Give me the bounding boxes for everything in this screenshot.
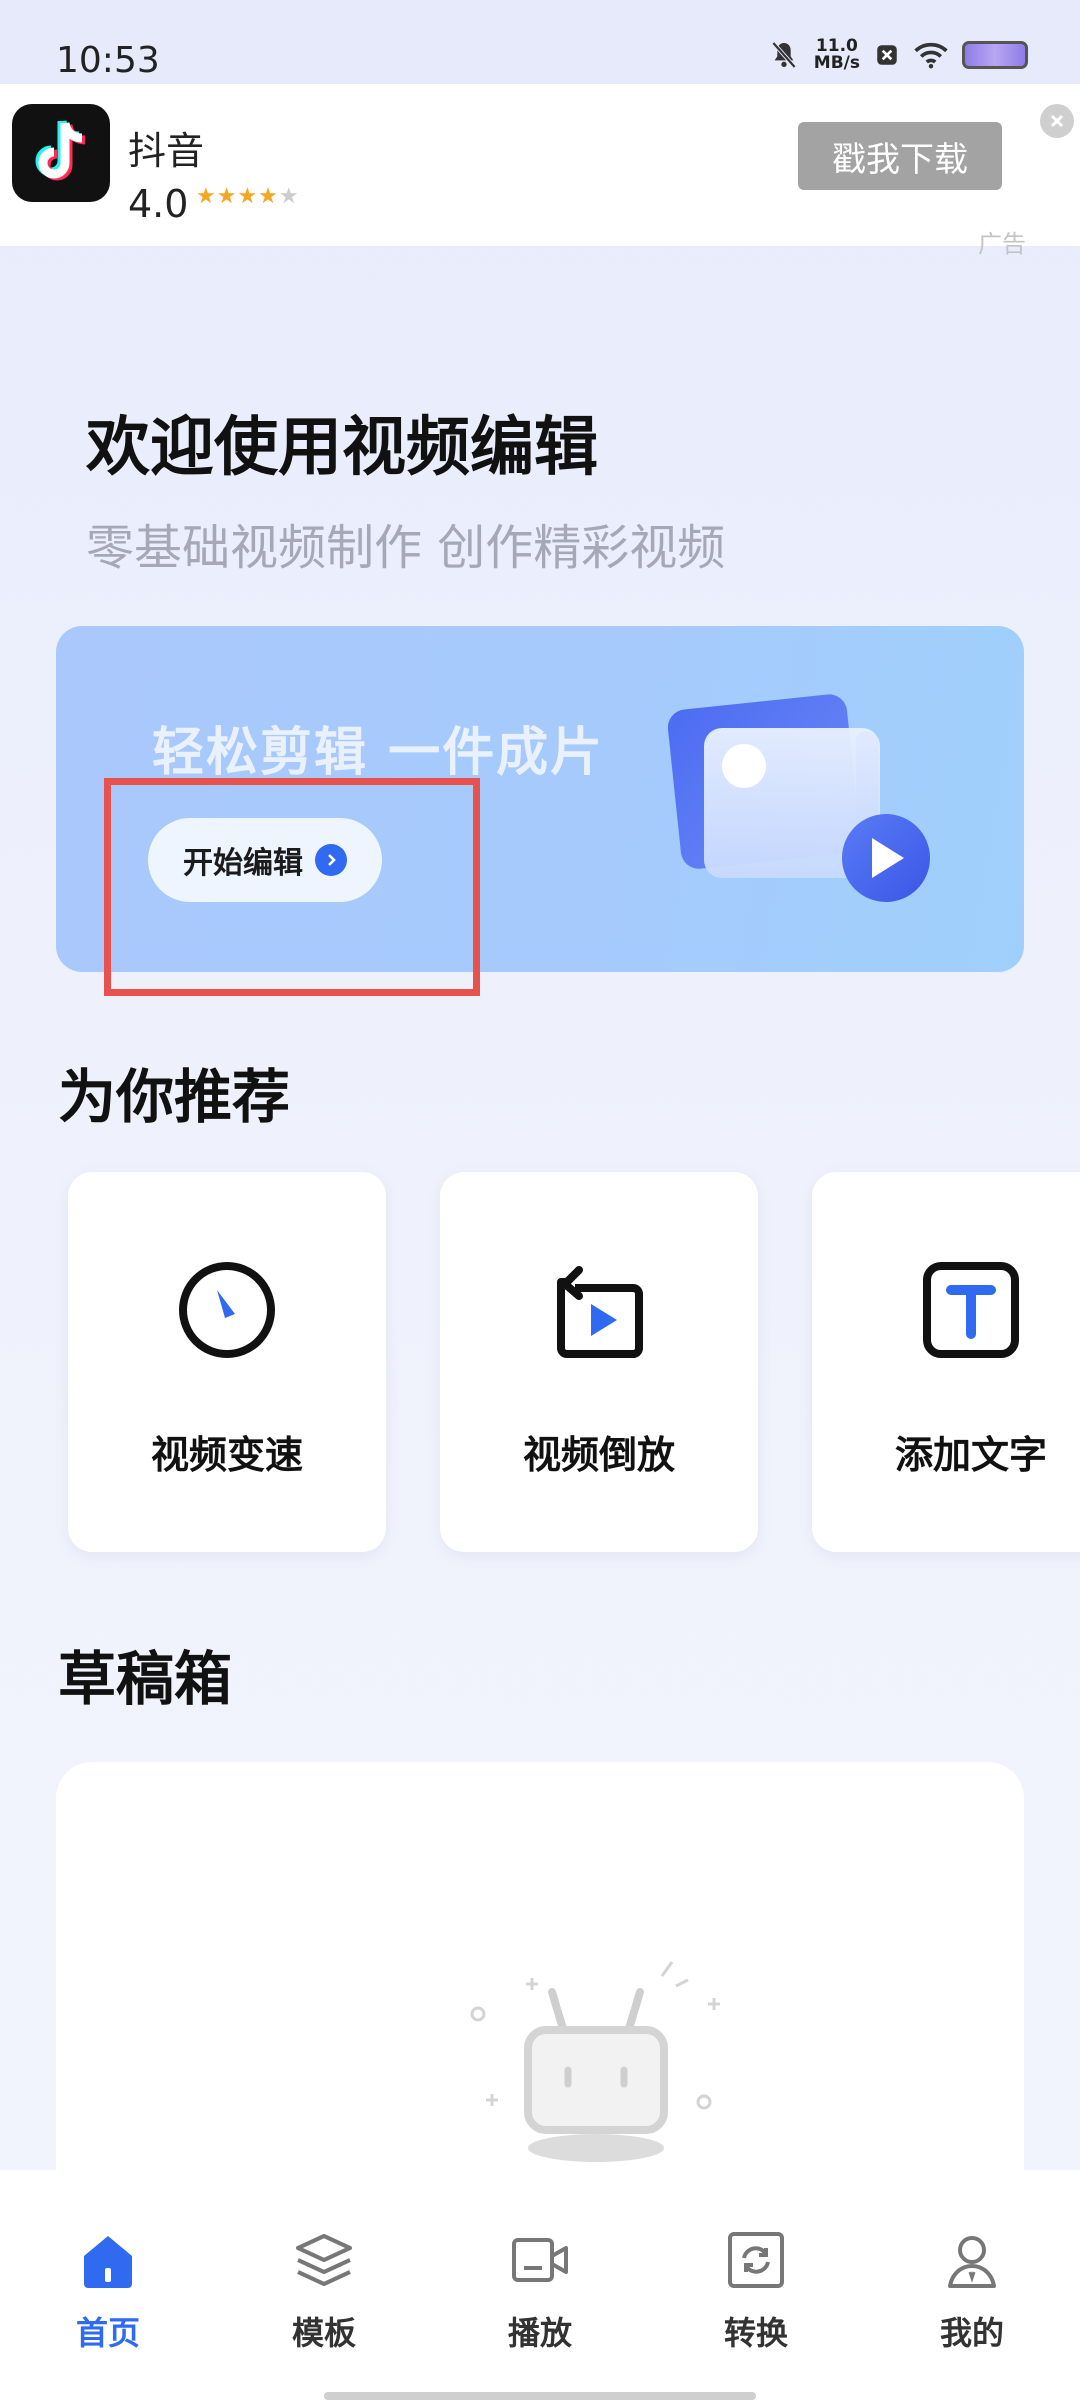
add-text-label: 添加文字: [894, 1433, 1047, 1477]
douyin-app-icon[interactable]: [12, 104, 110, 202]
nav-home[interactable]: 首页: [38, 2228, 178, 2354]
bottom-navigation: 首页 模板 播放 转换 我的: [0, 2170, 1080, 2408]
wifi-icon: [914, 42, 948, 69]
speed-unit: MB/s: [813, 53, 860, 73]
add-text-card[interactable]: 添加文字: [812, 1172, 1080, 1552]
status-bar: 10:53 11.0 MB/s: [0, 0, 1080, 84]
ad-download-button[interactable]: 戳我下载: [798, 122, 1002, 190]
nav-templates-label: 模板: [291, 2314, 356, 2352]
stars-empty: ★: [278, 184, 300, 209]
reverse-play-icon: [557, 1266, 643, 1358]
text-t-icon: [923, 1262, 1019, 1358]
nav-convert-label: 转换: [723, 2314, 788, 2352]
empty-tv-robot-icon: [470, 1961, 720, 2162]
recommend-section-title: 为你推荐: [58, 1063, 291, 1131]
nav-mine-label: 我的: [939, 2314, 1004, 2352]
network-speed: 11.0 MB/s: [814, 38, 860, 72]
ad-banner[interactable]: 抖音 4.0 ★★★★★ 戳我下载 广告: [0, 84, 1080, 258]
nav-play-label: 播放: [507, 2314, 572, 2352]
nav-home-label: 首页: [75, 2314, 140, 2352]
nav-convert[interactable]: 转换: [686, 2228, 826, 2354]
layers-icon: [296, 2234, 352, 2286]
mute-bell-icon: [771, 41, 796, 69]
rating-stars-icon: ★★★★★: [196, 184, 300, 209]
video-speed-label: 视频变速: [150, 1433, 303, 1477]
nav-templates[interactable]: 模板: [254, 2228, 394, 2354]
video-gallery-illustration-icon: [667, 694, 930, 902]
ad-label: 广告: [978, 230, 1026, 258]
home-icon: [84, 2236, 132, 2288]
user-icon: [948, 2236, 996, 2288]
ad-rating: 4.0: [128, 182, 189, 226]
hero-slogan: 轻松剪辑 一件成片: [152, 723, 605, 783]
nav-play[interactable]: 播放: [470, 2228, 610, 2354]
ad-close-icon[interactable]: [1040, 104, 1074, 138]
ad-app-name: 抖音: [128, 129, 205, 173]
drafts-section-title: 草稿箱: [58, 1645, 233, 1713]
status-time: 10:53: [56, 40, 160, 81]
annotation-highlight-box: [104, 778, 480, 996]
sim-off-icon: [877, 45, 897, 65]
video-camera-icon: [512, 2238, 568, 2282]
home-indicator[interactable]: [324, 2392, 756, 2400]
welcome-title: 欢迎使用视频编辑: [86, 411, 598, 485]
welcome-subtitle: 零基础视频制作 创作精彩视频: [86, 520, 726, 576]
status-icons: 11.0 MB/s: [768, 38, 1028, 72]
stars-filled: ★★★★: [196, 184, 279, 209]
nav-mine[interactable]: 我的: [902, 2228, 1042, 2354]
speed-gauge-icon: [179, 1262, 275, 1358]
convert-icon: [728, 2232, 784, 2288]
battery-icon: [962, 41, 1028, 69]
video-reverse-label: 视频倒放: [522, 1433, 675, 1477]
video-speed-card[interactable]: 视频变速: [68, 1172, 386, 1552]
video-reverse-card[interactable]: 视频倒放: [440, 1172, 758, 1552]
